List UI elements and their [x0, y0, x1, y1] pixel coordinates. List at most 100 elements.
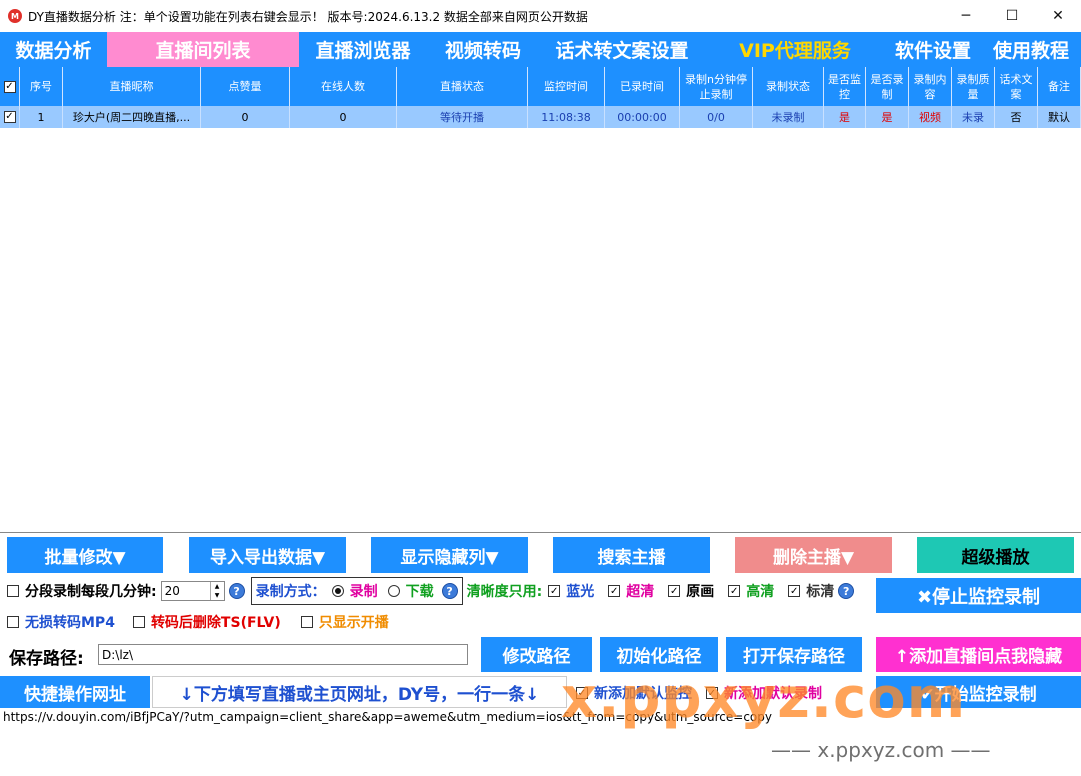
show-hidden-columns-button[interactable]: 显示隐藏列▼	[371, 537, 528, 573]
import-export-button[interactable]: 导入导出数据▼	[189, 537, 346, 573]
save-path-label: 保存路径:	[9, 649, 84, 669]
show-live-only-label: 只显示开播	[318, 615, 389, 631]
url-hint: ↓下方填写直播或主页网址，DY号，一行一条↓	[152, 676, 567, 708]
delete-ts-checkbox[interactable]	[132, 616, 145, 628]
col-header[interactable]: 在线人数	[290, 67, 397, 106]
cell-is-monitor: 是	[824, 106, 866, 128]
segment-record-label: 分段录制每段几分钟:	[25, 584, 157, 600]
super-hd-checkbox[interactable]: ✓	[608, 585, 621, 597]
start-monitor-button[interactable]: ✔开始监控录制	[876, 676, 1081, 708]
url-textarea[interactable]: https://v.douyin.com/iBfjPCaY/?utm_campa…	[0, 708, 1081, 776]
table-header: ✓ 序号 直播昵称 点赞量 在线人数 直播状态 监控时间 已录时间 录制n分钟停…	[0, 67, 1081, 106]
super-hd-label: 超清	[626, 584, 655, 600]
maximize-button[interactable]: ☐	[989, 0, 1035, 32]
cell-likes: 0	[201, 106, 290, 128]
download-radio-label: 下载	[405, 584, 434, 600]
title-bar: M DY直播数据分析 注：单个设置功能在列表右键会显示！ 版本号:2024.6.…	[0, 0, 1081, 32]
delete-anchor-button[interactable]: 删除主播▼	[735, 537, 892, 573]
select-all-checkbox[interactable]: ✓	[0, 67, 20, 106]
record-radio[interactable]	[331, 585, 344, 597]
tab-data-analysis[interactable]: 数据分析	[0, 32, 107, 67]
modify-path-button[interactable]: 修改路径	[481, 637, 592, 672]
minimize-button[interactable]: ─	[943, 0, 989, 32]
col-header[interactable]: 是否监控	[824, 67, 866, 106]
help-icon[interactable]: ?	[838, 583, 855, 599]
tab-tutorial[interactable]: 使用教程	[981, 32, 1081, 67]
search-anchor-button[interactable]: 搜索主播	[553, 537, 710, 573]
close-button[interactable]: ✕	[1035, 0, 1081, 32]
segment-minutes-stepper[interactable]: 20 ▲ ▼	[160, 581, 225, 601]
default-monitor-checkbox[interactable]: ✓	[576, 687, 588, 699]
col-header[interactable]: 备注	[1038, 67, 1081, 106]
main-nav: 数据分析 直播间列表 直播浏览器 视频转码 话术转文案设置 VIP代理服务 软件…	[0, 32, 1081, 67]
sd-checkbox[interactable]: ✓	[788, 585, 801, 597]
lossless-mp4-checkbox[interactable]	[7, 616, 19, 628]
clarity-label: 清晰度只用:	[466, 584, 543, 600]
table-row[interactable]: ✓ 1 珍大户(周二四晚直播,... 0 0 等待开播 11:08:38 00:…	[0, 106, 1081, 128]
super-play-button[interactable]: 超级播放	[917, 537, 1074, 573]
record-radio-label: 录制	[349, 584, 378, 600]
col-header[interactable]: 话术文案	[995, 67, 1038, 106]
record-mode-label: 录制方式：	[255, 584, 326, 600]
cell-recorded-time: 00:00:00	[605, 106, 680, 128]
cell-online: 0	[290, 106, 397, 128]
cell-remark: 默认	[1038, 106, 1081, 128]
open-save-path-button[interactable]: 打开保存路径	[726, 637, 862, 672]
window-title: DY直播数据分析 注：单个设置功能在列表右键会显示！ 版本号:2024.6.13…	[28, 9, 588, 24]
col-header[interactable]: 直播昵称	[63, 67, 201, 106]
cell-record-minutes: 0/0	[680, 106, 753, 128]
help-icon[interactable]: ?	[228, 583, 245, 599]
tab-software-settings[interactable]: 软件设置	[885, 32, 981, 67]
cell-monitor-time: 11:08:38	[528, 106, 605, 128]
cell-index: 1	[20, 106, 63, 128]
action-bar: 批量修改▼ 导入导出数据▼ 显示隐藏列▼ 搜索主播 删除主播▼ 超级播放	[0, 532, 1081, 576]
tab-speech-to-text[interactable]: 话术转文案设置	[539, 32, 705, 67]
hd-label: 高清	[746, 584, 775, 600]
cell-record-content: 视频	[909, 106, 952, 128]
lossless-mp4-label: 无损转码MP4	[25, 615, 115, 631]
default-record-checkbox[interactable]: ✓	[706, 687, 718, 699]
row-checkbox[interactable]: ✓	[0, 106, 20, 128]
col-header[interactable]: 是否录制	[866, 67, 909, 106]
show-live-only-checkbox[interactable]	[300, 616, 313, 628]
batch-edit-button[interactable]: 批量修改▼	[7, 537, 163, 573]
app-logo-icon: M	[8, 9, 22, 23]
col-header[interactable]: 录制内容	[909, 67, 952, 106]
sd-label: 标清	[806, 584, 835, 600]
help-icon[interactable]: ?	[441, 583, 458, 599]
download-radio[interactable]	[387, 585, 400, 597]
original-checkbox[interactable]: ✓	[668, 585, 681, 597]
segment-record-checkbox[interactable]	[7, 585, 19, 597]
quick-url-button[interactable]: 快捷操作网址	[0, 676, 150, 708]
cell-is-record: 是	[866, 106, 909, 128]
hd-checkbox[interactable]: ✓	[728, 585, 741, 597]
cell-live-status: 等待开播	[397, 106, 528, 128]
cell-record-status: 未录制	[753, 106, 824, 128]
save-path-input[interactable]: D:\lz\	[98, 644, 468, 665]
col-header[interactable]: 已录时间	[605, 67, 680, 106]
col-header[interactable]: 录制状态	[753, 67, 824, 106]
cell-speech-text: 否	[995, 106, 1038, 128]
default-record-label: 新添加默认录制	[724, 686, 822, 702]
url-line: https://v.douyin.com/iBfjPCaY/?utm_campa…	[3, 710, 772, 724]
live-room-table: ✓ 序号 直播昵称 点赞量 在线人数 直播状态 监控时间 已录时间 录制n分钟停…	[0, 67, 1081, 128]
add-live-room-button[interactable]: ↑添加直播间点我隐藏	[876, 637, 1081, 672]
bluray-label: 蓝光	[566, 584, 595, 600]
col-header[interactable]: 监控时间	[528, 67, 605, 106]
original-label: 原画	[686, 584, 715, 600]
col-header[interactable]: 序号	[20, 67, 63, 106]
cell-record-quality: 未录	[952, 106, 995, 128]
col-header[interactable]: 直播状态	[397, 67, 528, 106]
tab-live-room-list[interactable]: 直播间列表	[107, 32, 299, 67]
cell-nickname: 珍大户(周二四晚直播,...	[63, 106, 201, 128]
default-monitor-label: 新添加默认监控	[594, 686, 692, 702]
delete-ts-label: 转码后删除TS(FLV)	[150, 615, 281, 631]
tab-vip-agent[interactable]: VIP代理服务	[705, 32, 885, 67]
col-header[interactable]: 点赞量	[201, 67, 290, 106]
tab-live-browser[interactable]: 直播浏览器	[299, 32, 427, 67]
tab-video-transcode[interactable]: 视频转码	[427, 32, 539, 67]
col-header[interactable]: 录制n分钟停止录制	[680, 67, 753, 106]
bluray-checkbox[interactable]: ✓	[548, 585, 561, 597]
col-header[interactable]: 录制质量	[952, 67, 995, 106]
init-path-button[interactable]: 初始化路径	[600, 637, 718, 672]
